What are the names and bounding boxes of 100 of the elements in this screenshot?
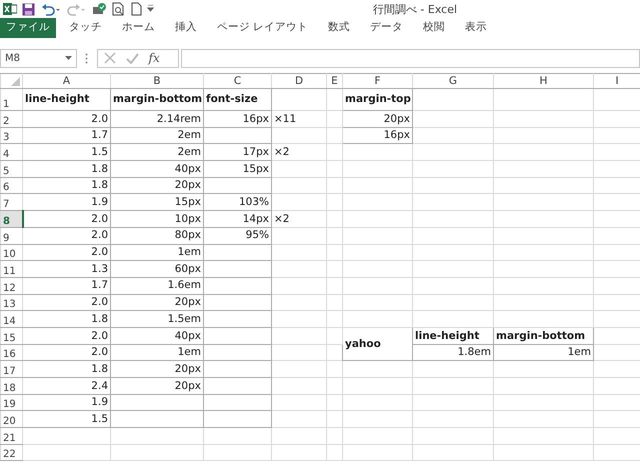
table-cell: 1.8em	[412, 344, 494, 361]
ribbon-tab[interactable]: ホーム	[112, 18, 165, 38]
customize-caret-icon[interactable]	[147, 5, 154, 13]
row-header[interactable]: 11	[0, 260, 22, 278]
table-cell: 20px	[110, 360, 204, 378]
table-cell: 2.0	[22, 227, 110, 244]
table-cell: 1.8	[22, 360, 110, 378]
row-header[interactable]: 3	[0, 127, 22, 144]
table-cell: 1.5em	[110, 310, 204, 328]
ribbon-tab[interactable]: データ	[360, 18, 414, 38]
table-cell: 1.7	[22, 127, 110, 144]
table-cell: 1.9	[22, 394, 110, 411]
table-cell: ×2	[272, 210, 326, 228]
table-cell: 1.6em	[110, 277, 204, 294]
row-header[interactable]: 21	[0, 428, 22, 444]
row-header[interactable]: 7	[0, 194, 22, 211]
save-icon[interactable]	[22, 2, 36, 16]
column-header[interactable]: E	[326, 74, 342, 88]
table-cell: 2.0	[22, 110, 110, 128]
column-header[interactable]: H	[494, 74, 594, 88]
table-cell: margin-bottom	[494, 327, 594, 344]
table-cell: 2em	[110, 144, 204, 161]
row-header[interactable]: 16	[0, 344, 22, 361]
row-header[interactable]: 2	[0, 110, 22, 128]
ribbon-tab[interactable]: 数式	[318, 18, 360, 38]
table-cell: line-height	[412, 327, 494, 344]
row-header[interactable]: 8	[0, 210, 22, 228]
row-header[interactable]: 19	[0, 394, 22, 411]
row-header[interactable]: 12	[0, 277, 22, 294]
table-cell: ×11	[272, 110, 326, 128]
row-header[interactable]: 20	[0, 410, 22, 428]
table-cell: 1em	[110, 244, 204, 261]
row-header[interactable]: 6	[0, 177, 22, 194]
table-cell: 1em	[494, 344, 594, 361]
new-document-icon[interactable]	[130, 2, 142, 16]
table-cell: 2.0	[22, 210, 110, 228]
table-cell: 14px	[204, 210, 272, 228]
row-header[interactable]: 5	[0, 160, 22, 178]
formula-input[interactable]	[181, 48, 640, 68]
table-cell: 20px	[110, 177, 204, 194]
table-cell: 40px	[110, 327, 204, 344]
table-cell: 2.0	[22, 294, 110, 311]
column-header[interactable]: I	[594, 74, 640, 88]
column-header[interactable]: B	[110, 74, 204, 88]
row-header[interactable]: 17	[0, 360, 22, 378]
table-cell: 1.8	[22, 160, 110, 178]
table-cell: 2.0	[22, 344, 110, 361]
window-title: 行間調べ - Excel	[372, 3, 458, 16]
column-header[interactable]: C	[204, 74, 272, 88]
ribbon-tab[interactable]: ページ レイアウト	[206, 18, 318, 38]
table-cell: 1.9	[22, 194, 110, 211]
table-cell: 1.7	[22, 277, 110, 294]
table-cell: 10px	[110, 210, 204, 228]
ribbon-tab[interactable]: 表示	[455, 18, 498, 38]
table-cell: margin-bottom	[110, 88, 204, 110]
ribbon-tab[interactable]: タッチ	[58, 18, 112, 38]
table-cell: 103%	[204, 194, 272, 211]
row-header[interactable]: 1	[0, 88, 22, 110]
table-cell: 16px	[342, 127, 412, 144]
table-cell: 15px	[110, 194, 204, 211]
table-cell: 2.14rem	[110, 110, 204, 128]
column-header[interactable]: G	[412, 74, 494, 88]
row-header[interactable]: 14	[0, 310, 22, 328]
dropdown-caret-icon[interactable]	[65, 56, 72, 60]
table-cell: 2.0	[22, 244, 110, 261]
table-cell: 2em	[110, 127, 204, 144]
row-header[interactable]: 4	[0, 144, 22, 161]
row-header[interactable]: 18	[0, 378, 22, 394]
table-cell: 16px	[204, 110, 272, 128]
insert-function-button[interactable]: fx	[148, 52, 160, 64]
table-cell: 2.0	[22, 327, 110, 344]
column-header[interactable]: D	[272, 74, 326, 88]
table-cell: yahoo	[342, 327, 412, 361]
table-cell: font-size	[204, 88, 272, 110]
table-cell: 95%	[204, 227, 272, 244]
table-cell: 2.4	[22, 378, 110, 394]
enter-check-icon[interactable]	[126, 52, 138, 64]
file-tab[interactable]: ファイル	[0, 18, 56, 38]
table-cell: 1.8	[22, 177, 110, 194]
undo-icon[interactable]	[40, 2, 61, 16]
touch-mode-icon[interactable]	[92, 2, 107, 16]
table-cell: 20px	[342, 110, 412, 128]
table-cell: line-height	[22, 88, 110, 110]
table-cell: ×2	[272, 144, 326, 161]
excel-logo-icon	[2, 2, 17, 16]
row-header[interactable]: 15	[0, 327, 22, 344]
row-header[interactable]: 10	[0, 244, 22, 261]
ribbon-tab[interactable]: 挿入	[164, 18, 207, 38]
table-cell: 1.5	[22, 144, 110, 161]
name-box[interactable]: M8	[0, 48, 77, 68]
row-header[interactable]: 9	[0, 227, 22, 244]
row-header[interactable]: 13	[0, 294, 22, 311]
row-header[interactable]: 22	[0, 444, 22, 461]
column-header[interactable]: F	[342, 74, 412, 88]
column-header[interactable]: A	[22, 74, 110, 88]
table-cell: 20px	[110, 294, 204, 311]
print-preview-icon[interactable]	[112, 2, 126, 16]
ribbon-tab[interactable]: 校閲	[413, 18, 456, 38]
more-options-icon[interactable]	[85, 52, 88, 64]
table-cell: 1.3	[22, 260, 110, 278]
